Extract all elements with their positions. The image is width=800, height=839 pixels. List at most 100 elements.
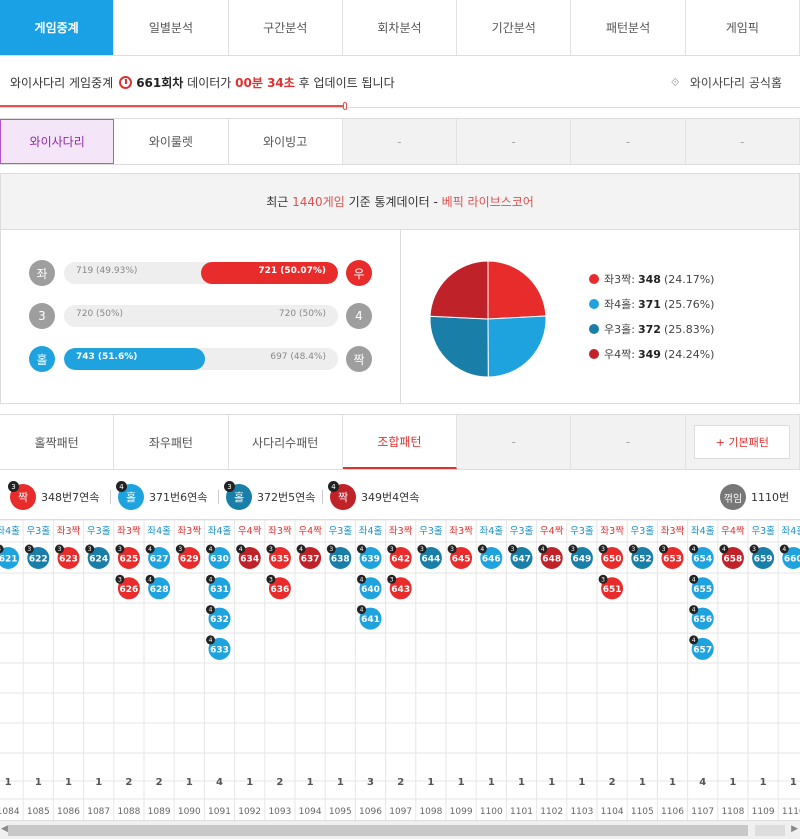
pattern-tab-1[interactable]: 좌우패턴	[114, 415, 229, 469]
ball-badge-num: 3	[27, 546, 31, 553]
column-header: 우4짝	[238, 526, 262, 537]
ball-badge-num: 4	[239, 546, 243, 553]
ball-badge-num: 4	[209, 607, 213, 614]
ball-number: 649	[573, 555, 592, 565]
basic-pattern-button[interactable]: + 기본패턴	[694, 425, 791, 459]
game-id: 1103	[570, 807, 593, 817]
run-length: 1	[488, 777, 495, 788]
ball-number: 625	[120, 555, 139, 565]
ball-badge-num: 3	[420, 546, 424, 553]
run-length: 1	[307, 777, 314, 788]
ball-number: 647	[512, 555, 531, 565]
ball-number: 632	[210, 615, 229, 625]
ratio-row-1: 3 720 (50%) 720 (50%) 4	[29, 303, 375, 329]
streak-ball: 홀4	[116, 481, 144, 510]
legend-label: 우4짝	[604, 348, 632, 361]
ball-number: 656	[693, 615, 712, 625]
pattern-tab-0[interactable]: 홀짝패턴	[0, 415, 115, 469]
tab-0[interactable]: 게임중계	[0, 0, 115, 55]
legend-value: 371	[637, 297, 661, 311]
ball-number: 644	[422, 555, 441, 565]
game-id: 1086	[57, 807, 80, 817]
ball-badge-num: 3	[88, 546, 92, 553]
streak-ball-label: 홀	[125, 491, 137, 504]
legend-pct: (24.24%)	[663, 347, 715, 361]
pattern-tabs: 홀짝패턴 좌우패턴 사다리수패턴 조합패턴 - - + 기본패턴	[0, 414, 800, 470]
link-icon: ⟐	[670, 76, 680, 89]
run-length: 1	[95, 777, 102, 788]
tab-4[interactable]: 기간분석	[457, 0, 572, 55]
column-header: 좌4홀	[782, 525, 800, 537]
update-message: 와이사다리 게임중계 661회차 데이터가 00분 34초 후 업데이트 됩니다	[10, 74, 395, 91]
column-header: 좌4홀	[147, 525, 171, 537]
tab-5[interactable]: 패턴분석	[571, 0, 686, 55]
ball-badge-num: 4	[722, 546, 726, 553]
column-header: 좌4홀	[359, 525, 383, 537]
run-length: 4	[216, 777, 223, 788]
pattern-tab-2[interactable]: 사다리수패턴	[229, 415, 343, 469]
countdown-time: 00분 34초	[235, 76, 295, 90]
game-id: 1096	[359, 807, 382, 817]
column-header: 우3홀	[329, 525, 353, 537]
scroll-right-icon[interactable]: ▶	[791, 824, 798, 834]
run-length: 2	[397, 777, 404, 788]
ball-number: 655	[693, 585, 712, 595]
tab-1[interactable]: 일별분석	[114, 0, 229, 55]
official-home-link[interactable]: ⟐ 와이사다리 공식홈	[671, 74, 782, 91]
run-length: 1	[729, 777, 736, 788]
turn-ball-label: 꺾임	[723, 493, 743, 505]
stats-head-brand: 베픽 라이브스코어	[441, 195, 534, 209]
run-length: 2	[125, 777, 132, 788]
horizontal-scrollbar[interactable]: ◀ ▶	[0, 820, 800, 839]
scroll-left-icon[interactable]: ◀	[1, 824, 8, 834]
ball-badge-num: 4	[692, 607, 696, 614]
info-suffix: 후 업데이트 됩니다	[298, 76, 395, 90]
ball-number: 653	[663, 555, 682, 565]
ball-badge-num: 4	[692, 546, 696, 553]
ball-number: 637	[301, 555, 320, 565]
game-id: 1105	[631, 807, 654, 817]
game-id: 1101	[510, 807, 533, 817]
ball-number: 646	[482, 555, 501, 565]
game-tab-1[interactable]: 와이룰렛	[114, 119, 229, 164]
game-tab-2[interactable]: 와이빙고	[229, 119, 343, 164]
stats-head-games: 1440게임	[292, 195, 345, 209]
streak-item-3: 짝 4 349번4연속	[328, 481, 419, 510]
ball-badge-num: 3	[450, 546, 454, 553]
streak-ball-num: 3	[224, 481, 235, 492]
column-header: 좌3짝	[117, 526, 141, 537]
scroll-thumb[interactable]	[8, 825, 748, 836]
tab-2[interactable]: 구간분석	[228, 0, 343, 55]
pie-slice-3	[429, 260, 489, 320]
progress-knob	[343, 102, 347, 110]
ball-badge-num: 4	[360, 546, 364, 553]
tab-6[interactable]: 게임픽	[685, 0, 800, 55]
ball-badge-num: 4	[209, 546, 213, 553]
ratio-row-0: 좌 719 (49.93%) 721 (50.07%) 우	[29, 260, 375, 286]
ball-number: 642	[391, 555, 410, 565]
ball-badge-num: 4	[360, 607, 364, 614]
ball-number: 657	[693, 645, 712, 655]
right-label-circle: 4	[346, 303, 372, 329]
streak-ball: 짝3	[8, 481, 36, 510]
legend-label: 좌4홀	[604, 298, 632, 311]
ball-badge-num: 3	[118, 546, 122, 553]
run-length: 4	[699, 777, 706, 788]
run-length: 2	[276, 777, 283, 788]
tab-3[interactable]: 회차분석	[342, 0, 458, 55]
streak-text: 372번5연속	[257, 491, 316, 504]
column-header: 우3홀	[751, 525, 775, 537]
pattern-tab-3[interactable]: 조합패턴	[342, 415, 458, 469]
ball-number: 643	[391, 585, 410, 595]
right-count: 720 (50%)	[278, 309, 326, 319]
game-tab-0[interactable]: 와이사다리	[0, 119, 115, 164]
game-id: 1100	[480, 807, 503, 817]
game-tab-4: -	[457, 119, 572, 164]
game-id: 1108	[721, 807, 744, 817]
ball-badge-num: 4	[782, 546, 786, 553]
ball-badge-num: 3	[269, 546, 273, 553]
game-id: 1107	[691, 807, 714, 817]
streak-item-1: 홀 4 371번6연속	[116, 481, 207, 510]
ball-number: 627	[150, 555, 169, 565]
column-header: 좌4홀	[208, 525, 232, 537]
